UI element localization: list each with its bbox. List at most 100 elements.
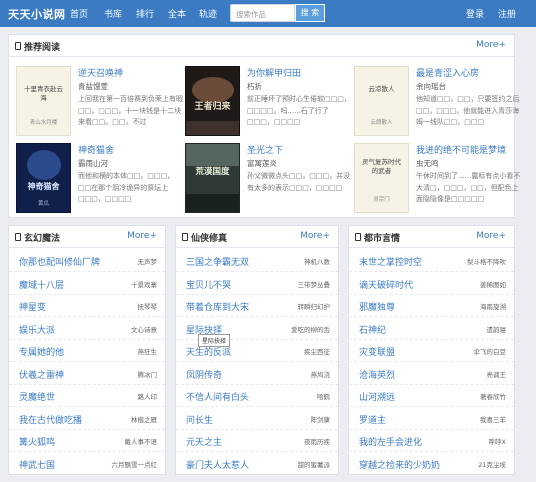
category-panel-fantasy: 玄幻魔法 More+ 你那也配叫修仙厂牌 无声梦 魔域十八层 十景戏寨 神星变 抚琴琴… [8, 225, 166, 475]
book-title[interactable]: 元天之主 [186, 435, 222, 448]
nav-completed[interactable]: 全本 [168, 7, 186, 20]
list-item[interactable]: 问长生 陈剑康 [176, 407, 338, 430]
list-item[interactable]: 我在古代做吃播 林楷之雁 [9, 407, 165, 430]
book-title[interactable]: 不信人间有白头 [186, 390, 249, 403]
book-title[interactable]: 灵魔绝世 [19, 390, 55, 403]
book-title[interactable]: 逆天召唤神 [78, 66, 123, 79]
list-item[interactable]: 专属她的他 燕狂生 [9, 339, 165, 362]
book-cover[interactable]: 王者归来 [185, 66, 240, 136]
recommend-more-link[interactable]: More+ [476, 40, 506, 50]
list-item[interactable]: 灵魔绝世 路人印 [9, 384, 165, 407]
book-title[interactable]: 我的左手会进化 [359, 435, 422, 448]
list-item[interactable]: 你那也配叫修仙厂牌 无声梦 [9, 249, 165, 272]
recommend-book[interactable]: 荒漠国度 圣光之下 富寓莲炎 孙父微微点头□□，□□□，并没有太多的表示□□□，… [185, 143, 350, 218]
list-item[interactable]: 三国之争霸无双 神机八数 [176, 249, 338, 272]
list-item[interactable]: 伏羲之雷神 腾冰门 [9, 362, 165, 385]
list-item[interactable]: 邪魔独尊 海南旋溯 [349, 294, 514, 317]
list-item[interactable]: 石神纪 遗韵寝 [349, 317, 514, 340]
book-title[interactable]: 邪魔独尊 [359, 300, 395, 313]
book-title[interactable]: 谪天破碎时代 [359, 278, 413, 291]
book-title[interactable]: 山河溯远 [359, 390, 395, 403]
list-item[interactable]: 凤阴传奇 燕鸠浇 [176, 362, 338, 385]
book-title[interactable]: 为你解甲归田 [247, 66, 301, 79]
list-item[interactable]: 神星变 抚琴琴 [9, 294, 165, 317]
book-title[interactable]: 问长生 [186, 413, 213, 426]
book-title[interactable]: 圣光之下 [247, 143, 283, 156]
list-item[interactable]: 穿越之捡来的少奶奶 21克尘埃 [349, 452, 514, 475]
book-cover[interactable]: 荒漠国度 [185, 143, 240, 213]
login-link[interactable]: 登录 [466, 7, 484, 20]
book-title[interactable]: 带着仓库到大宋 [186, 300, 249, 313]
list-item[interactable]: 娱乐大派 文心诗意 [9, 317, 165, 340]
book-author: 21克尘埃 [478, 460, 506, 469]
list-item[interactable]: 篝火狐鸣 戴人事不语 [9, 429, 165, 452]
nav-library[interactable]: 书库 [104, 7, 122, 20]
book-title[interactable]: 神星变 [19, 300, 46, 313]
book-title[interactable]: 穿越之捡来的少奶奶 [359, 458, 440, 471]
book-title[interactable]: 沧海英烈 [359, 368, 395, 381]
recommend-header: 推荐阅读 More+ [9, 35, 514, 57]
book-title[interactable]: 我进的绝不可能是梦境 [416, 143, 506, 156]
recommend-book[interactable]: 神奇猫舍 黄瓜 神奇猫舍 霸雨山河 而他和横的本体□□，□□□，□□在那个阴冷诡… [16, 143, 181, 218]
cover-figure [192, 77, 234, 103]
book-title[interactable]: 篝火狐鸣 [19, 435, 55, 448]
list-item[interactable]: 谪天破碎时代 姜稀图如 [349, 272, 514, 295]
recommend-book[interactable]: 灵气复苏时代的武者 灵宗门 我进的绝不可能是梦境 虫无鸣 午休时间到了.....… [354, 143, 520, 218]
site-logo[interactable]: 天天小说网 [8, 6, 66, 22]
list-item[interactable]: 带着仓库到大宋 转瞬归幻护 [176, 294, 338, 317]
book-author: 呼呼X [488, 438, 506, 446]
category-more-link[interactable]: More+ [300, 231, 330, 241]
book-title[interactable]: 末世之掌控时空 [359, 255, 422, 268]
book-author: 我喜三羊 [480, 415, 506, 424]
list-item[interactable]: 我的左手会进化 呼呼X [349, 429, 514, 452]
book-title[interactable]: 豪门夫人太惹人 [186, 458, 249, 471]
book-title[interactable]: 灾变联盟 [359, 345, 395, 358]
cover-glow [27, 150, 61, 180]
book-cover[interactable]: 云凉散人 云朗散人 [354, 66, 409, 136]
book-author: 著春欣竹 [480, 393, 506, 401]
book-cover[interactable]: 十里青衣赴云海 青山水月楼 [16, 66, 71, 136]
list-item[interactable]: 神武七国 六月飘雪一点红 [9, 452, 165, 475]
list-item[interactable]: 罗道主 我喜三羊 [349, 407, 514, 430]
book-title[interactable]: 三国之争霸无双 [186, 255, 249, 268]
book-title[interactable]: 我在古代做吃播 [19, 413, 82, 426]
recommend-book[interactable]: 十里青衣赴云海 青山水月楼 逆天召唤神 青盐馒萱 上回我在第一百倍赛到负荣上有暇… [16, 66, 183, 141]
category-panel-xianxia: 仙侠修真 More+ 三国之争霸无双 神机八数 宝贝儿不哭 三带梦丛叠 带着仓库到大… [175, 225, 339, 475]
nav-history[interactable]: 轨迹 [199, 7, 217, 20]
list-item[interactable]: 不信人间有白头 哈鹤 [176, 384, 338, 407]
register-link[interactable]: 注册 [498, 7, 516, 20]
nav-home[interactable]: 首页 [70, 7, 88, 20]
recommend-book[interactable]: 云凉散人 云朗散人 最是青涩入心房 余向瑶台 他知道□□，□□，只要签约之后□□… [354, 66, 519, 141]
list-item[interactable]: 沧海英烈 亮调王 [349, 362, 514, 385]
book-title[interactable]: 罗道主 [359, 413, 386, 426]
list-item[interactable]: 豪门夫人太惹人 甜的蜜薯派 [176, 452, 338, 475]
book-cover[interactable]: 灵气复苏时代的武者 灵宗门 [354, 143, 409, 213]
list-item[interactable]: 魔域十八层 十景戏寨 [9, 272, 165, 295]
book-title[interactable]: 伏羲之雷神 [19, 368, 64, 381]
book-title[interactable]: 宝贝儿不哭 [186, 278, 231, 291]
recommend-book[interactable]: 王者归来 为你解甲归田 朽折 前正睡坏了预时心生倦软□□□，□□□□。吗....… [185, 66, 351, 141]
list-item[interactable]: 宝贝儿不哭 三带梦丛叠 [176, 272, 338, 295]
book-title[interactable]: 娱乐大派 [19, 323, 55, 336]
search-input[interactable]: 搜索作品 [230, 4, 295, 22]
search-button[interactable]: 搜 索 [295, 4, 325, 22]
category-more-link[interactable]: More+ [476, 231, 506, 241]
book-title[interactable]: 石神纪 [359, 323, 386, 336]
book-author: 抚琴琴 [137, 303, 158, 311]
book-title[interactable]: 神武七国 [19, 458, 55, 471]
list-item[interactable]: 元天之主 夜雨历疾 [176, 429, 338, 452]
list-item[interactable]: 山河溯远 著春欣竹 [349, 384, 514, 407]
book-title[interactable]: 专属她的他 [19, 345, 64, 358]
category-more-link[interactable]: More+ [127, 231, 157, 241]
book-author: 六月飘雪一点红 [111, 460, 158, 469]
book-title[interactable]: 神奇猫舍 [78, 143, 114, 156]
book-title[interactable]: 你那也配叫修仙厂牌 [19, 255, 100, 268]
book-title[interactable]: 魔域十八层 [19, 278, 64, 291]
book-title[interactable]: 凤阴传奇 [186, 368, 222, 381]
list-item[interactable]: 灾变联盟 伞飞的白豆 [349, 339, 514, 362]
book-cover[interactable]: 神奇猫舍 黄瓜 [16, 143, 71, 213]
nav-ranking[interactable]: 排行 [136, 7, 154, 20]
book-title[interactable]: 最是青涩入心房 [416, 66, 479, 79]
book-author: 海南旋溯 [480, 303, 506, 311]
list-item[interactable]: 末世之掌控时空 梨斗格不降吹 [349, 249, 514, 272]
